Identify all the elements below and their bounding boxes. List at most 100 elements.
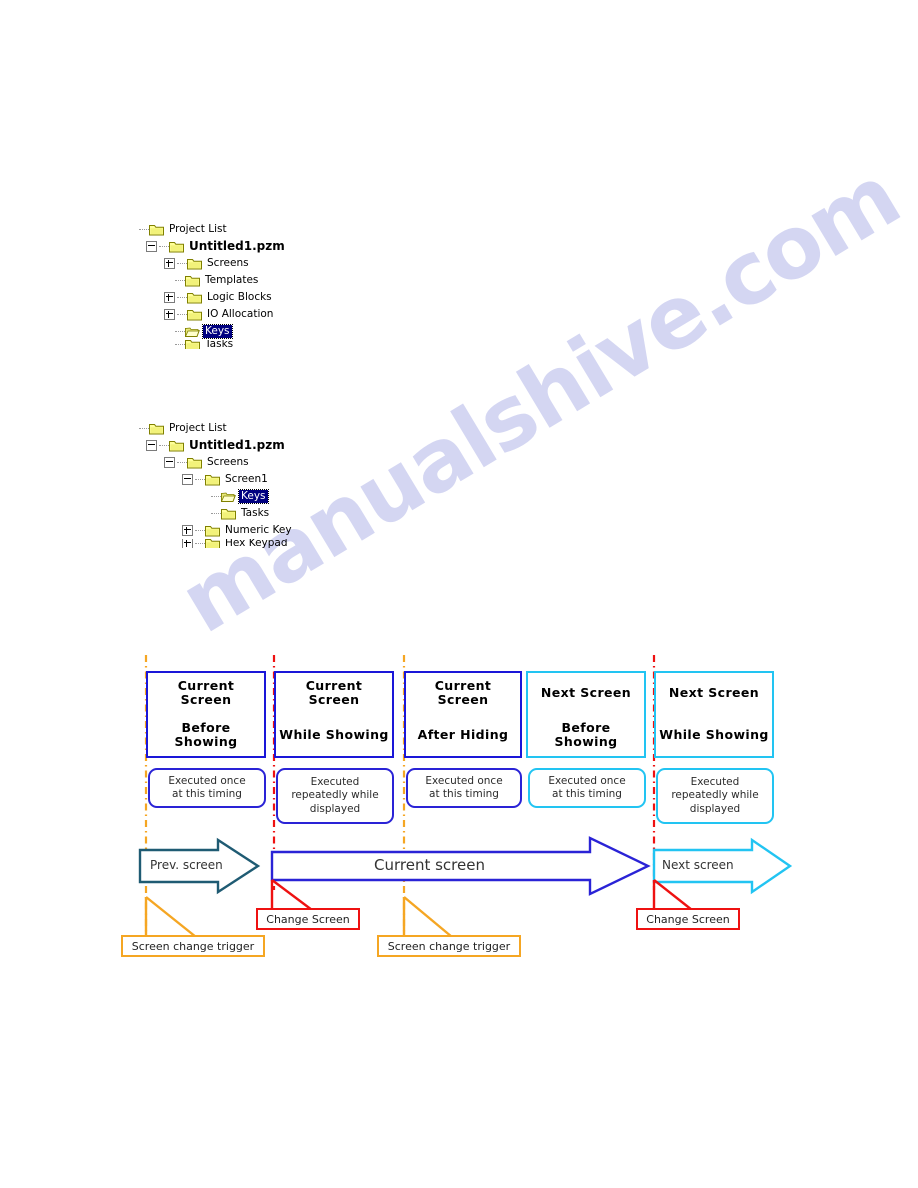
tree-connector [177, 313, 187, 316]
expand-icon[interactable] [164, 258, 175, 269]
tree-node-hex-keypad[interactable]: Hex Keypad [128, 539, 294, 548]
collapse-icon[interactable] [146, 241, 157, 252]
txt: Executed once [168, 774, 246, 787]
txt: Executed once [548, 774, 626, 787]
tree-connector [211, 512, 221, 515]
tree-node-project-list[interactable]: Project List [128, 420, 294, 437]
tree-node-label[interactable]: Untitled1.pzm [187, 439, 287, 452]
tree-node-label[interactable]: Templates [203, 274, 260, 287]
txt: After Hiding [417, 726, 509, 742]
txt: Showing [554, 733, 618, 749]
timing-box-4: Before Showing [526, 713, 646, 758]
txt: While Showing [659, 726, 769, 742]
tree-connector [175, 330, 185, 333]
txt: Screen [437, 692, 489, 707]
expand-icon[interactable] [164, 292, 175, 303]
tree-node-label[interactable]: Screens [205, 456, 251, 469]
folder-icon [205, 525, 220, 537]
folder-icon [221, 508, 236, 520]
folder-icon [169, 241, 184, 253]
change-screen-callout-left: Change Screen [256, 908, 360, 930]
screen-box-3: Current Screen [404, 671, 522, 713]
txt: Showing [174, 733, 238, 749]
tree-node-numeric-key[interactable]: Numeric Key [128, 522, 294, 539]
current-screen-label: Current screen [374, 856, 485, 874]
tree-node-untitled1-pzm[interactable]: Untitled1.pzm [128, 238, 287, 255]
note-box-4: Executed once at this timing [528, 768, 646, 808]
tree-node-tasks[interactable]: Tasks [128, 340, 287, 349]
tree-node-label[interactable]: Untitled1.pzm [187, 240, 287, 253]
tree-connector [175, 279, 185, 282]
prev-screen-label: Prev. screen [150, 858, 223, 872]
diagram-guides [138, 655, 793, 938]
txt: Next Screen [668, 685, 760, 700]
folder-icon [205, 474, 220, 486]
tree-node-label[interactable]: Logic Blocks [205, 291, 274, 304]
tree-node-screen1[interactable]: Screen1 [128, 471, 294, 488]
expand-icon[interactable] [182, 525, 193, 536]
collapse-icon[interactable] [182, 474, 193, 485]
txt: at this timing [172, 788, 242, 800]
folder-icon [187, 258, 202, 270]
tree-node-keys[interactable]: Keys [128, 488, 294, 505]
screen-change-trigger-callout-left: Screen change trigger [121, 935, 265, 957]
tree-node-label[interactable]: Tasks [239, 507, 271, 520]
tree-node-untitled1-pzm[interactable]: Untitled1.pzm [128, 437, 294, 454]
txt: at this timing [429, 788, 499, 800]
screen-change-trigger-callout-right: Screen change trigger [377, 935, 521, 957]
expand-icon[interactable] [164, 309, 175, 320]
folder-icon [149, 423, 164, 435]
tree-node-label[interactable]: Screen1 [223, 473, 270, 486]
tree-node-label[interactable]: IO Allocation [205, 308, 275, 321]
tree-connector [159, 444, 169, 447]
tree-node-io-allocation[interactable]: IO Allocation [128, 306, 287, 323]
screen-box-2: Current Screen [274, 671, 394, 713]
tree-node-label[interactable]: Project List [167, 422, 229, 435]
txt: Before [181, 719, 231, 735]
folder-icon [169, 440, 184, 452]
collapse-icon[interactable] [164, 457, 175, 468]
screen-box-5: Next Screen [654, 671, 774, 713]
tree-connector [177, 461, 187, 464]
tree-node-label[interactable]: Screens [205, 257, 251, 270]
timing-box-5: While Showing [654, 713, 774, 758]
screen-lifecycle-diagram: Current Screen Before Showing Executed o… [0, 0, 918, 1188]
tree-node-project-list[interactable]: Project List [128, 221, 287, 238]
tree-node-screens[interactable]: Screens [128, 454, 294, 471]
folder-icon [205, 539, 220, 548]
txt: Before [561, 719, 611, 735]
tree-node-label[interactable]: Hex Keypad [223, 539, 290, 548]
folder-icon [185, 275, 200, 287]
tree-connector [177, 262, 187, 265]
txt: Current [434, 678, 492, 693]
tree-node-label[interactable]: Project List [167, 223, 229, 236]
screen-box-4: Next Screen [526, 671, 646, 713]
tree-node-templates[interactable]: Templates [128, 272, 287, 289]
tree-node-keys[interactable]: Keys [128, 323, 287, 340]
project-list-tree-expanded[interactable]: Project List Untitled1.pzm Screens Screen1 K… [128, 420, 294, 548]
tree-node-label[interactable]: Keys [238, 489, 269, 504]
tree-node-label[interactable]: Numeric Key [223, 524, 294, 537]
tree-connector [177, 296, 187, 299]
project-list-tree-collapsed[interactable]: Project List Untitled1.pzm Screens Template… [128, 221, 287, 349]
tree-node-label[interactable]: Tasks [203, 340, 235, 349]
txt: Executed [690, 776, 740, 789]
folder-open-icon [221, 491, 236, 503]
note-box-2: Executed repeatedly while displayed [276, 768, 394, 824]
tree-connector [175, 343, 185, 346]
tree-node-screens[interactable]: Screens [128, 255, 287, 272]
txt: repeatedly while [291, 789, 379, 802]
timing-box-2: While Showing [274, 713, 394, 758]
timing-box-1: Before Showing [146, 713, 266, 758]
tree-connector [211, 495, 221, 498]
tree-node-label[interactable]: Keys [202, 324, 233, 339]
tree-node-logic-blocks[interactable]: Logic Blocks [128, 289, 287, 306]
expand-icon[interactable] [182, 539, 193, 548]
folder-open-icon [185, 326, 200, 338]
tree-node-tasks[interactable]: Tasks [128, 505, 294, 522]
collapse-icon[interactable] [146, 440, 157, 451]
timing-box-3: After Hiding [404, 713, 522, 758]
folder-icon [149, 224, 164, 236]
folder-icon [187, 292, 202, 304]
txt: Next Screen [540, 685, 632, 700]
